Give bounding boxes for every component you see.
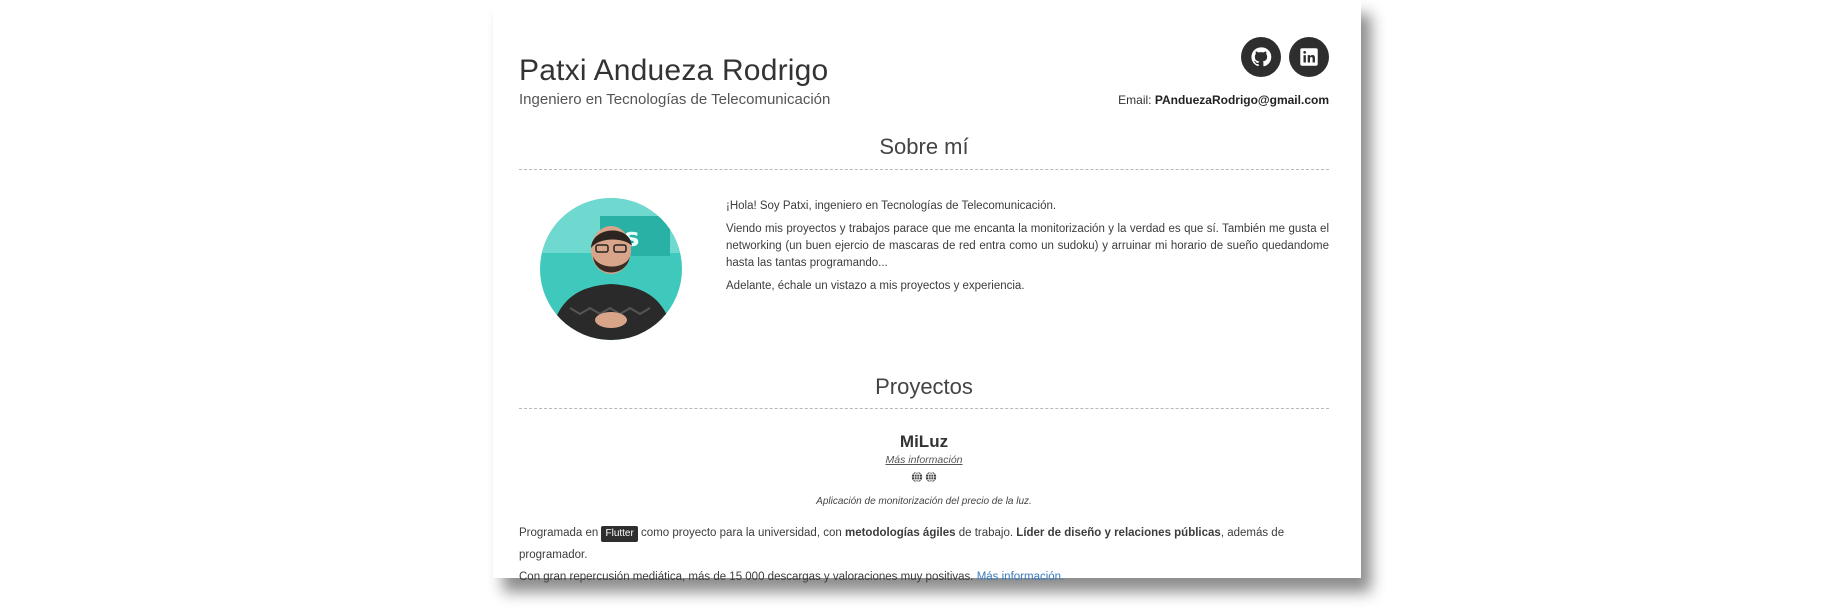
github-icon [1251,47,1272,67]
section-title-projects: Proyectos [875,374,973,399]
globe-icon[interactable] [925,470,937,483]
project-body-line: Con gran repercusión mediática, más de 1… [519,566,1339,588]
about-paragraph: ¡Hola! Soy Patxi, ingeniero en Tecnologí… [726,200,1057,212]
email-line: Email: PAnduezaRodrigo@gmail.com [1118,93,1329,107]
avatar: s [540,198,682,340]
body-bold: Líder de diseño y relaciones públicas [1016,527,1221,539]
body-bold: metodologías ágiles [844,527,956,539]
section-title-about: Sobre mí [879,134,969,159]
email-label: Email: [1118,93,1152,107]
about-text: ¡Hola! Soy Patxi, ingeniero en Tecnologí… [726,198,1329,301]
project-description: Aplicación de monitorización del precio … [816,496,1032,507]
body-text: de trabajo. [958,527,1014,539]
project-body: Programada en Flutter como proyecto para… [519,522,1339,588]
globe-icon[interactable] [911,470,923,483]
subtitle: Ingeniero en Tecnologías de Telecomunica… [519,91,831,108]
project-title: MiLuz [899,432,949,451]
email-link[interactable]: PAnduezaRodrigo@gmail.com [1155,93,1329,107]
more-info-link[interactable]: Más información. [977,571,1065,583]
tech-badge: Flutter [601,526,638,542]
github-button[interactable] [1241,37,1281,77]
linkedin-icon [1300,48,1318,66]
divider [519,408,1329,409]
social-links [1241,37,1329,77]
about-paragraph: Viendo mis proyectos y trabajos parace q… [726,223,1329,269]
project-links [519,470,1329,483]
body-text: Con gran repercusión mediática, más de 1… [519,571,974,583]
project-more-link[interactable]: Más información [519,454,1329,466]
header: Patxi Andueza Rodrigo Ingeniero en Tecno… [519,0,1329,120]
divider [519,169,1329,170]
cv-page: Patxi Andueza Rodrigo Ingeniero en Tecno… [493,0,1361,583]
about-paragraph: Adelante, échale un vistazo a mis proyec… [726,280,1025,292]
page-title: Patxi Andueza Rodrigo [519,54,829,87]
linkedin-button[interactable] [1289,37,1329,77]
body-text: como proyecto para la universidad, con [641,527,842,539]
project-body-line: Programada en Flutter como proyecto para… [519,522,1339,566]
body-text: Programada en [519,527,599,539]
